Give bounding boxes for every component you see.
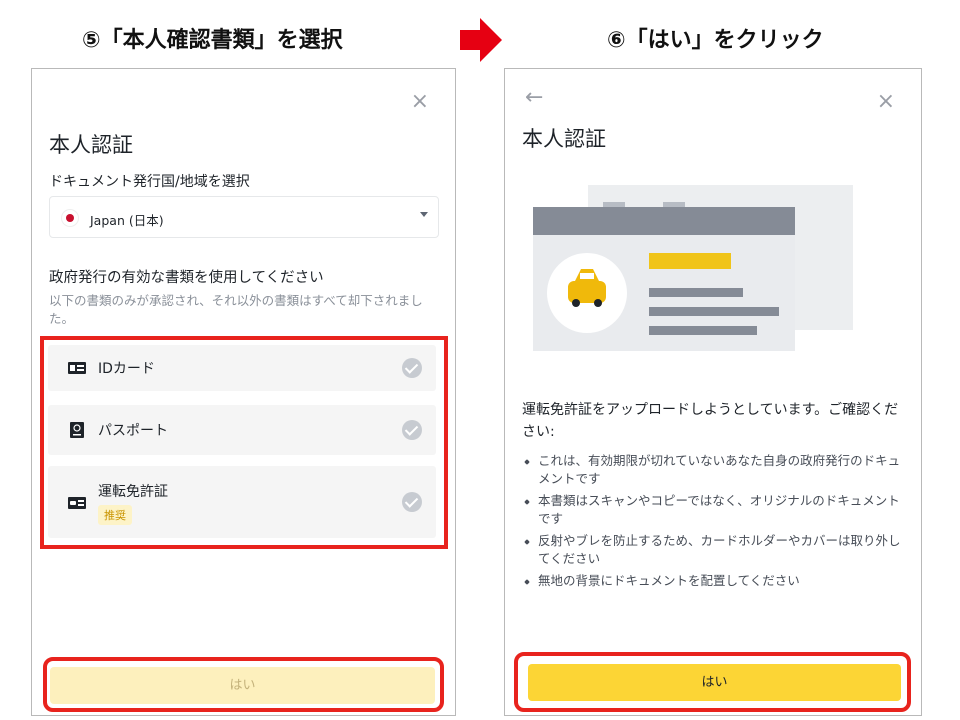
page-title: 本人認証	[49, 133, 133, 157]
japan-flag-icon	[62, 210, 78, 226]
document-note: 以下の書類のみが承認され、それ以外の書類はすべて却下されました。	[49, 293, 423, 326]
license-confirm-panel: ← × 本人認証 運転免許証をアップロードしようとしています。ご確認ください: …	[504, 68, 922, 716]
back-arrow-icon[interactable]: ←	[525, 87, 543, 109]
yes-button-highlight-left	[43, 657, 444, 712]
close-icon[interactable]: ×	[877, 91, 895, 113]
list-item: 無地の背景にドキュメントを配置してください	[522, 572, 907, 590]
country-select[interactable]: Japan (日本)	[49, 196, 439, 238]
country-label: ドキュメント発行国/地域を選択	[49, 174, 250, 190]
upload-notice: 運転免許証をアップロードしようとしています。ご確認ください:	[522, 402, 899, 440]
page-title: 本人認証	[522, 127, 606, 151]
next-step-arrow-icon	[460, 18, 502, 62]
driver-license-illustration	[533, 185, 853, 351]
step-5-title: ⑤「本人確認書類」を選択	[82, 28, 343, 53]
requirements-list: これは、有効期限が切れていないあなた自身の政府発行のドキュメントです 本書類はス…	[522, 452, 907, 594]
yes-button-highlight-right	[514, 652, 911, 712]
list-item: これは、有効期限が切れていないあなた自身の政府発行のドキュメントです	[522, 452, 907, 488]
caret-down-icon	[420, 212, 428, 217]
country-value: Japan (日本)	[90, 213, 164, 228]
list-item: 反射やブレを防止するため、カードホルダーやカバーは取り外してください	[522, 532, 907, 568]
document-options-highlight	[40, 336, 448, 549]
step-6-title: ⑥「はい」をクリック	[607, 28, 824, 53]
close-icon[interactable]: ×	[411, 91, 429, 113]
list-item: 本書類はスキャンやコピーではなく、オリジナルのドキュメントです	[522, 492, 907, 528]
document-heading: 政府発行の有効な書類を使用してください	[49, 270, 324, 286]
